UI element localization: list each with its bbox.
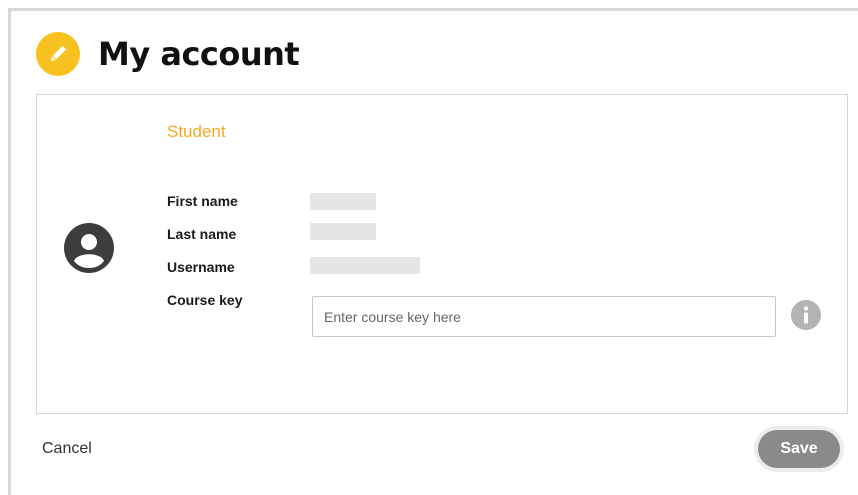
username-label: Username — [167, 259, 235, 275]
pencil-icon — [36, 32, 80, 76]
cancel-button[interactable]: Cancel — [42, 440, 92, 458]
user-avatar-icon — [64, 223, 114, 273]
account-card: Student First name Last name Username Co… — [36, 94, 848, 414]
course-key-label: Course key — [167, 292, 243, 308]
role-heading: Student — [167, 122, 226, 141]
page-header: My account — [36, 30, 300, 78]
first-name-label: First name — [167, 193, 238, 209]
save-button-halo: Save — [754, 426, 844, 472]
last-name-value — [310, 223, 376, 240]
page-title: My account — [98, 35, 300, 73]
save-button[interactable]: Save — [758, 430, 840, 468]
username-value — [310, 257, 420, 274]
info-icon[interactable] — [791, 300, 821, 330]
course-key-input[interactable] — [312, 296, 776, 337]
last-name-label: Last name — [167, 226, 237, 242]
first-name-value — [310, 193, 376, 210]
